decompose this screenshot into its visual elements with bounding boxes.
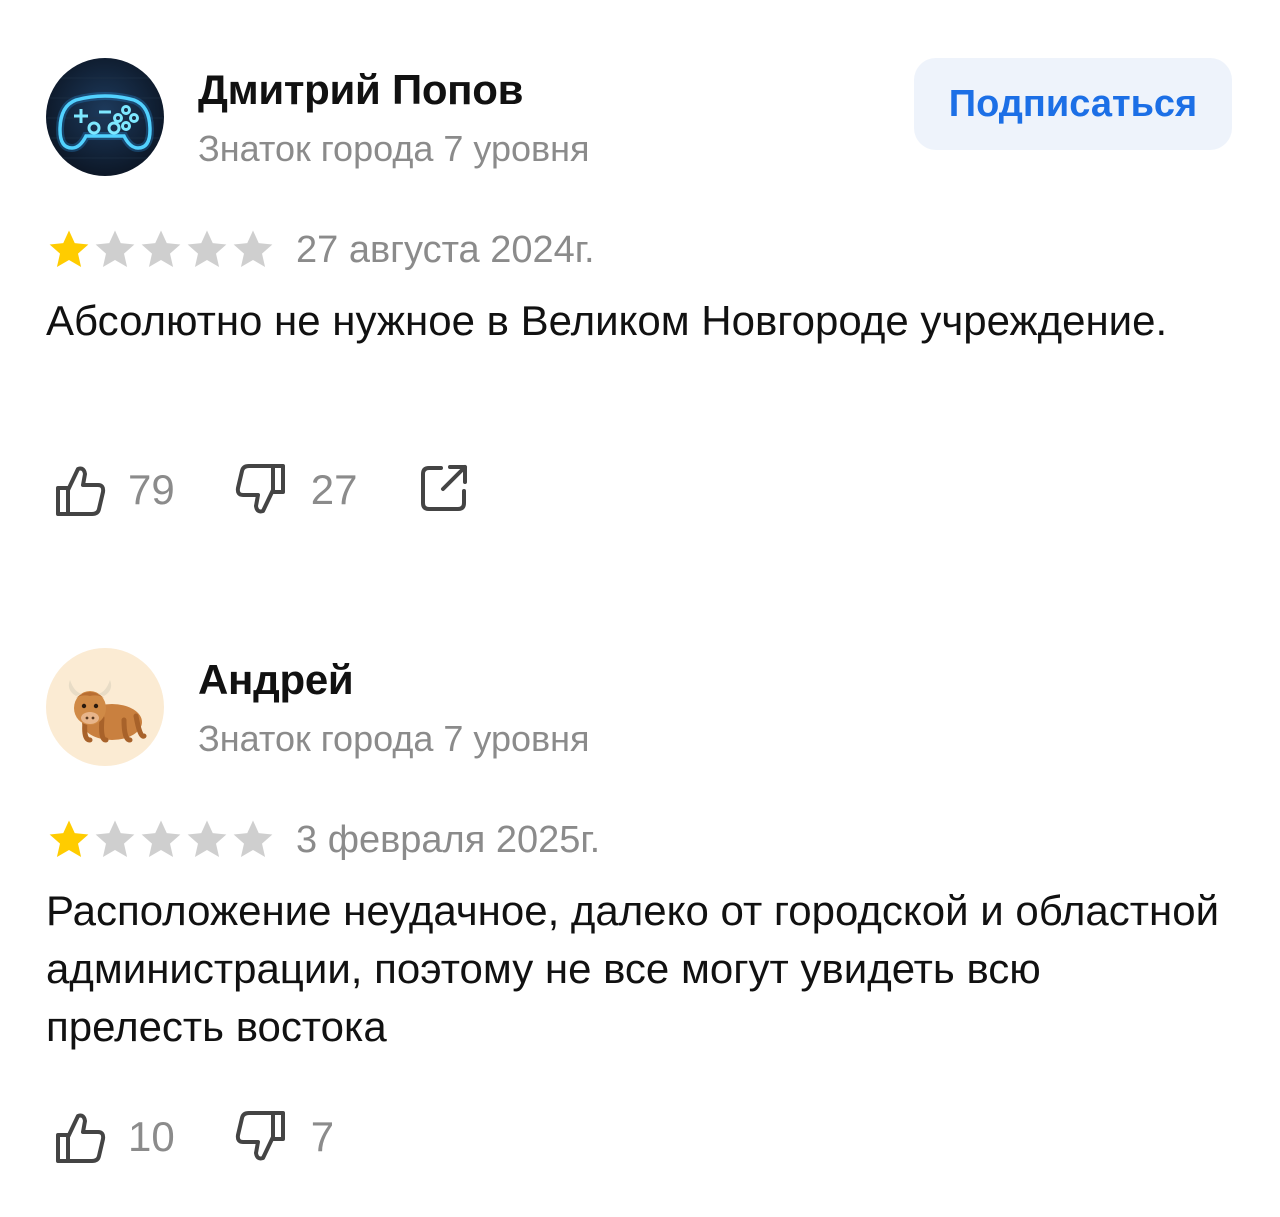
review-text: Расположение неудачное, далеко от городс…	[46, 887, 1220, 1050]
author-level: Знаток города 7 уровня	[198, 718, 590, 759]
dislike-count: 7	[310, 1113, 335, 1160]
dislike-button[interactable]: 7	[233, 1108, 334, 1166]
star-empty-icon	[230, 817, 276, 863]
review-actions: 10 7	[50, 1105, 392, 1169]
like-button[interactable]: 10	[50, 1108, 175, 1166]
star-empty-icon	[230, 227, 276, 273]
author-name[interactable]: Дмитрий Попов	[198, 66, 523, 114]
share-icon	[421, 464, 468, 511]
dislike-button[interactable]: 27	[233, 461, 358, 519]
review-text: Абсолютно не нужное в Великом Новгороде …	[46, 297, 1168, 344]
author-name[interactable]: Андрей	[198, 656, 354, 704]
star-empty-icon	[138, 817, 184, 863]
star-filled-icon	[46, 227, 92, 273]
dislike-count: 27	[310, 466, 358, 513]
like-count: 10	[128, 1113, 175, 1160]
gamepad-icon	[46, 58, 164, 176]
star-empty-icon	[184, 817, 230, 863]
star-filled-icon	[46, 817, 92, 863]
avatar[interactable]	[46, 58, 164, 176]
avatar[interactable]	[46, 648, 164, 766]
star-empty-icon	[92, 227, 138, 273]
like-count: 79	[128, 466, 175, 513]
review-date: 3 февраля 2025г.	[296, 818, 601, 861]
star-empty-icon	[184, 227, 230, 273]
review-date: 27 августа 2024г.	[296, 228, 595, 271]
rating: 3 февраля 2025г.	[46, 816, 600, 864]
yak-icon	[46, 648, 164, 766]
star-empty-icon	[92, 817, 138, 863]
rating: 27 августа 2024г.	[46, 226, 595, 274]
share-button[interactable]	[415, 459, 473, 522]
like-button[interactable]: 79	[50, 461, 175, 519]
thumbs-down-icon	[235, 1111, 285, 1161]
thumbs-up-icon	[56, 466, 106, 516]
author-level: Знаток города 7 уровня	[198, 128, 590, 169]
thumbs-down-icon	[235, 464, 285, 514]
star-empty-icon	[138, 227, 184, 273]
review-actions: 79 27	[50, 458, 473, 522]
thumbs-up-icon	[56, 1113, 106, 1163]
subscribe-button[interactable]: Подписаться	[914, 58, 1232, 150]
